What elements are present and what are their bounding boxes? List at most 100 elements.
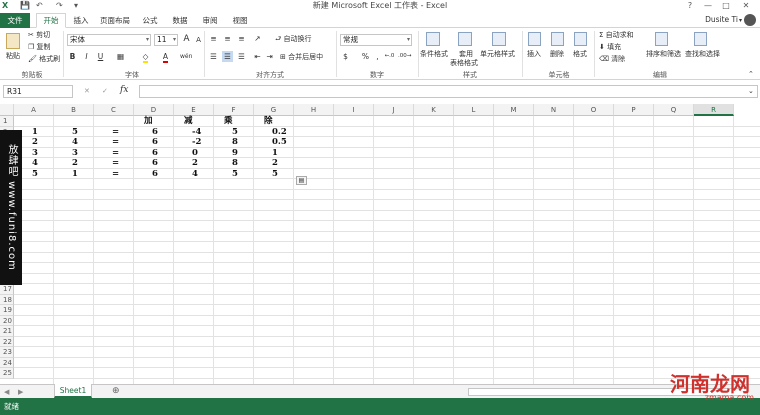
phonetic-button[interactable]: wén bbox=[180, 51, 192, 62]
cell-g5[interactable]: 2 bbox=[272, 158, 278, 169]
currency-button[interactable]: $ bbox=[340, 51, 351, 62]
paste-options-icon[interactable]: ▤ bbox=[296, 176, 307, 185]
font-color-button[interactable]: A bbox=[160, 51, 171, 63]
font-name-select[interactable]: 宋体 ▾ bbox=[67, 34, 151, 46]
cell-b6[interactable]: 1 bbox=[72, 169, 78, 180]
row-header-21[interactable]: 21 bbox=[0, 326, 14, 337]
align-bottom-icon[interactable]: ≡ bbox=[236, 33, 247, 44]
close-button[interactable]: ✕ bbox=[738, 0, 754, 12]
number-format-select[interactable]: 常规 ▾ bbox=[340, 34, 412, 46]
column-header-r[interactable]: R bbox=[694, 104, 734, 116]
cell-a3[interactable]: 2 bbox=[32, 137, 38, 148]
add-sheet-button[interactable]: ⊕ bbox=[112, 387, 120, 396]
cell-b3[interactable]: 4 bbox=[72, 137, 78, 148]
column-header-l[interactable]: L bbox=[454, 104, 494, 116]
cut-button[interactable]: ✂ 剪切 bbox=[28, 31, 50, 40]
format-painter-button[interactable]: 🖌 格式刷 bbox=[28, 55, 60, 64]
cell-e4[interactable]: 0 bbox=[192, 148, 198, 159]
column-header-b[interactable]: B bbox=[54, 104, 94, 116]
column-header-m[interactable]: M bbox=[494, 104, 534, 116]
copy-button[interactable]: ❐ 复制 bbox=[28, 43, 51, 52]
cell-d3[interactable]: 6 bbox=[152, 137, 158, 148]
tab-data[interactable]: 数据 bbox=[168, 14, 192, 27]
cell-c6[interactable]: = bbox=[112, 169, 119, 180]
avatar[interactable] bbox=[744, 14, 756, 26]
align-top-icon[interactable]: ≡ bbox=[208, 33, 219, 44]
autosum-button[interactable]: Σ 自动求和 bbox=[599, 31, 634, 40]
row-header-23[interactable]: 23 bbox=[0, 347, 14, 358]
worksheet-grid[interactable]: ABCDEFGHIJKLMNOPQR 123456789101112131415… bbox=[0, 104, 760, 384]
format-as-table-icon[interactable] bbox=[458, 32, 472, 46]
cell-g1[interactable]: 除 bbox=[264, 116, 273, 127]
cell-e6[interactable]: 4 bbox=[192, 169, 198, 180]
sheet-tab[interactable]: Sheet1 bbox=[54, 384, 92, 398]
paste-icon[interactable] bbox=[6, 33, 20, 49]
cell-g3[interactable]: 0.5 bbox=[272, 137, 287, 148]
column-header-c[interactable]: C bbox=[94, 104, 134, 116]
cell-styles-button[interactable]: 单元格样式 bbox=[480, 50, 515, 59]
cell-c5[interactable]: = bbox=[112, 158, 119, 169]
borders-icon[interactable]: ▦ bbox=[115, 51, 126, 62]
column-header-k[interactable]: K bbox=[414, 104, 454, 116]
delete-cells-button[interactable]: 删除 bbox=[550, 50, 564, 59]
decrease-indent-icon[interactable]: ⇤ bbox=[252, 51, 263, 62]
column-header-d[interactable]: D bbox=[134, 104, 174, 116]
tab-formulas[interactable]: 公式 bbox=[138, 14, 162, 27]
cell-a4[interactable]: 3 bbox=[32, 148, 38, 159]
row-header-18[interactable]: 18 bbox=[0, 294, 14, 305]
binoculars-icon[interactable] bbox=[694, 32, 707, 46]
prev-sheet-icon[interactable]: ◀ bbox=[4, 388, 9, 397]
cancel-icon[interactable]: ✕ bbox=[84, 87, 90, 96]
cell-c3[interactable]: = bbox=[112, 137, 119, 148]
shrink-font-button[interactable]: A bbox=[193, 35, 204, 46]
minimize-button[interactable]: — bbox=[700, 0, 716, 12]
column-header-n[interactable]: N bbox=[534, 104, 574, 116]
user-menu-icon[interactable]: ▾ bbox=[739, 16, 742, 25]
align-center-icon[interactable]: ☰ bbox=[222, 51, 233, 62]
cell-e1[interactable]: 减 bbox=[184, 116, 193, 127]
row-header-25[interactable]: 25 bbox=[0, 368, 14, 379]
cell-d1[interactable]: 加 bbox=[144, 116, 153, 127]
cell-e3[interactable]: -2 bbox=[192, 137, 201, 148]
align-middle-icon[interactable]: ≡ bbox=[222, 33, 233, 44]
cell-f4[interactable]: 9 bbox=[232, 148, 238, 159]
tab-review[interactable]: 审阅 bbox=[198, 14, 222, 27]
row-header-22[interactable]: 22 bbox=[0, 336, 14, 347]
cell-b4[interactable]: 3 bbox=[72, 148, 78, 159]
expand-formula-icon[interactable]: ⌄ bbox=[748, 87, 754, 96]
find-select-button[interactable]: 查找和选择 bbox=[685, 50, 720, 59]
align-left-icon[interactable]: ☰ bbox=[208, 51, 219, 62]
user-name[interactable]: Dusite Ti bbox=[705, 15, 738, 24]
cell-d6[interactable]: 6 bbox=[152, 169, 158, 180]
cell-a5[interactable]: 4 bbox=[32, 158, 38, 169]
fill-color-icon[interactable]: ◇ bbox=[140, 51, 151, 63]
formula-input[interactable] bbox=[139, 85, 758, 98]
fill-button[interactable]: ⬇ 填充 bbox=[599, 43, 621, 52]
font-size-select[interactable]: 11 ▾ bbox=[154, 34, 178, 46]
cell-e5[interactable]: 2 bbox=[192, 158, 198, 169]
conditional-format-button[interactable]: 条件格式 bbox=[420, 50, 448, 59]
column-header-a[interactable]: A bbox=[14, 104, 54, 116]
orientation-icon[interactable]: ↗ bbox=[252, 33, 263, 44]
insert-function-icon[interactable]: fx bbox=[120, 86, 128, 95]
percent-button[interactable]: % bbox=[360, 51, 371, 62]
increase-indent-icon[interactable]: ⇥ bbox=[264, 51, 275, 62]
tab-page-layout[interactable]: 页面布局 bbox=[98, 14, 132, 27]
increase-decimal-button[interactable]: ←.0 bbox=[384, 51, 395, 62]
delete-cells-icon[interactable] bbox=[551, 32, 564, 46]
format-cells-button[interactable]: 格式 bbox=[573, 50, 587, 59]
format-cells-icon[interactable] bbox=[574, 32, 587, 46]
align-right-icon[interactable]: ☰ bbox=[236, 51, 247, 62]
cell-b5[interactable]: 2 bbox=[72, 158, 78, 169]
row-header-24[interactable]: 24 bbox=[0, 357, 14, 368]
name-box[interactable]: R31 bbox=[3, 85, 73, 98]
cell-b2[interactable]: 5 bbox=[72, 127, 78, 138]
bold-button[interactable]: B bbox=[67, 51, 78, 62]
cell-a6[interactable]: 5 bbox=[32, 169, 38, 180]
cell-g2[interactable]: 0.2 bbox=[272, 127, 287, 138]
enter-icon[interactable]: ✓ bbox=[102, 87, 108, 96]
column-header-p[interactable]: P bbox=[614, 104, 654, 116]
merge-center-button[interactable]: ⊞ 合并后居中 bbox=[280, 53, 323, 62]
cell-e2[interactable]: -4 bbox=[192, 127, 201, 138]
column-header-e[interactable]: E bbox=[174, 104, 214, 116]
